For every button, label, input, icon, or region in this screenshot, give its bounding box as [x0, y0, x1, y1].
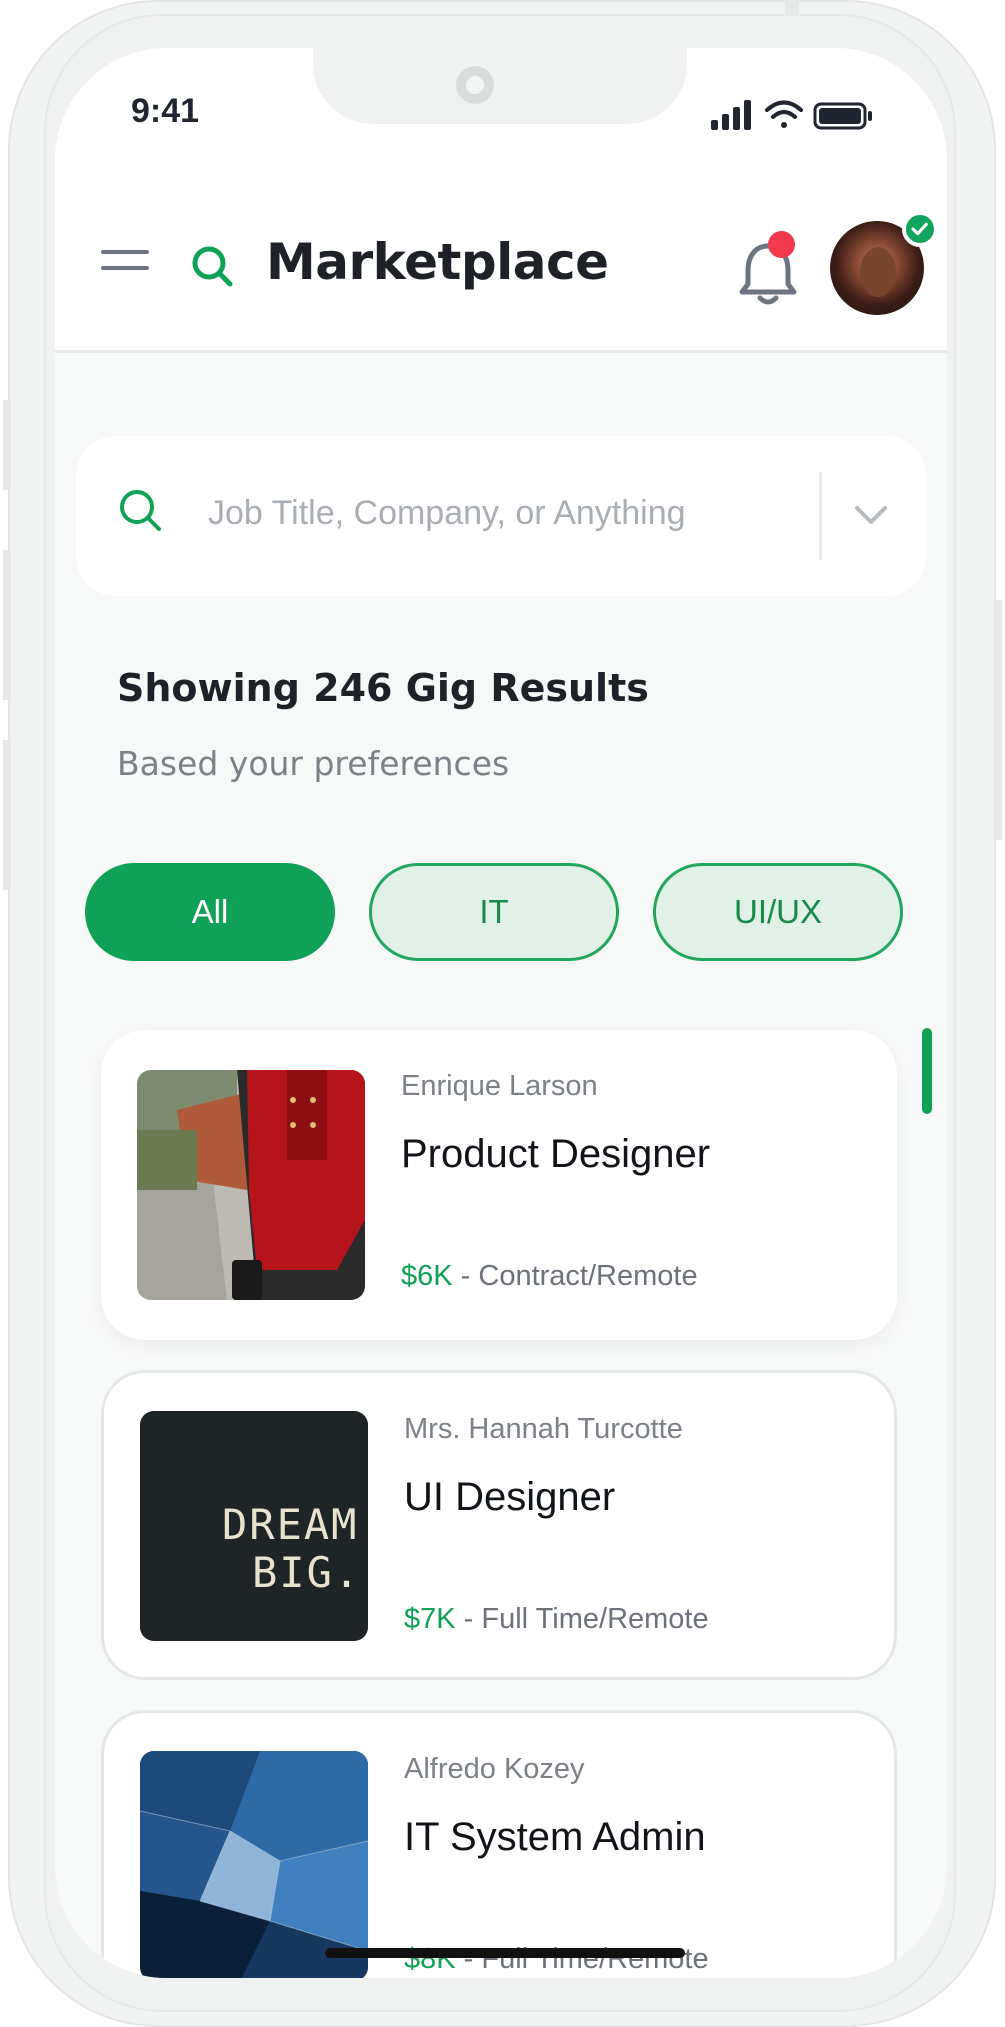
notification-badge: [768, 231, 795, 258]
camera-icon: [456, 66, 494, 104]
job-company: Enrique Larson: [401, 1070, 598, 1102]
job-card[interactable]: Enrique Larson Product Designer $6K - Co…: [101, 1030, 897, 1340]
side-button: [994, 600, 1002, 840]
search-icon[interactable]: [190, 244, 234, 288]
job-separator: -: [452, 1260, 479, 1292]
battery-icon: [813, 102, 872, 130]
svg-text:DREAM: DREAM: [222, 1500, 358, 1549]
verified-check-icon: [902, 211, 938, 247]
svg-text:BIG.: BIG.: [252, 1548, 361, 1597]
job-company: Alfredo Kozey: [404, 1753, 585, 1785]
job-company: Mrs. Hannah Turcotte: [404, 1413, 683, 1445]
page-title: Marketplace: [266, 233, 609, 291]
home-indicator[interactable]: [325, 1948, 685, 1958]
results-subtitle: Based your preferences: [117, 744, 510, 783]
search-bar: [76, 436, 926, 596]
filter-chip-uiux[interactable]: UI/UX: [653, 863, 903, 961]
notch: [313, 48, 687, 124]
job-pay: $7K - Full Time/Remote: [404, 1603, 709, 1636]
divider: [819, 472, 822, 560]
menu-button[interactable]: [101, 250, 149, 290]
screen: 9:41 Marketplace Job Title, Company, or …: [55, 48, 947, 1978]
job-salary: $6K: [401, 1260, 453, 1292]
job-salary: $7K: [404, 1603, 456, 1635]
filter-chip-it[interactable]: IT: [369, 863, 619, 961]
job-title: IT System Admin: [404, 1815, 706, 1859]
glass-building-photo: [140, 1751, 368, 1978]
job-title: Product Designer: [401, 1132, 711, 1176]
results-title: Showing 246 Gig Results: [117, 666, 649, 710]
status-time: 9:41: [131, 92, 200, 130]
avatar-face: [860, 247, 896, 297]
signal-icon: [711, 100, 751, 130]
wifi-icon: [765, 100, 803, 128]
filter-chip-all[interactable]: All: [85, 863, 335, 961]
job-card[interactable]: Alfredo Kozey IT System Admin $8K - Full…: [101, 1710, 897, 1978]
status-icons: [711, 100, 872, 130]
dream-big-chalkboard-photo: DREAM BIG.: [140, 1411, 368, 1641]
side-button: [3, 400, 11, 490]
side-button: [3, 550, 11, 700]
chevron-down-icon[interactable]: [851, 500, 891, 530]
job-thumbnail: [137, 1070, 365, 1300]
search-icon: [120, 490, 161, 531]
menu-line: [101, 250, 149, 254]
job-terms: Full Time/Remote: [481, 1603, 709, 1635]
woman-red-suit-photo: [137, 1070, 365, 1300]
job-card[interactable]: DREAM BIG. Mrs. Hannah Turcotte UI Desig…: [101, 1370, 897, 1680]
job-thumbnail: [140, 1751, 368, 1978]
chip-label: UI/UX: [733, 893, 822, 930]
menu-line: [101, 266, 149, 270]
chip-label: All: [191, 893, 229, 930]
job-thumbnail: DREAM BIG.: [140, 1411, 368, 1641]
job-terms: Contract/Remote: [478, 1260, 698, 1292]
job-title: UI Designer: [404, 1475, 616, 1519]
side-button: [3, 740, 11, 890]
scroll-indicator[interactable]: [922, 1028, 932, 1114]
job-separator: -: [455, 1603, 482, 1635]
search-input[interactable]: [206, 484, 810, 542]
chip-label: IT: [479, 893, 509, 930]
job-pay: $6K - Contract/Remote: [401, 1260, 698, 1293]
